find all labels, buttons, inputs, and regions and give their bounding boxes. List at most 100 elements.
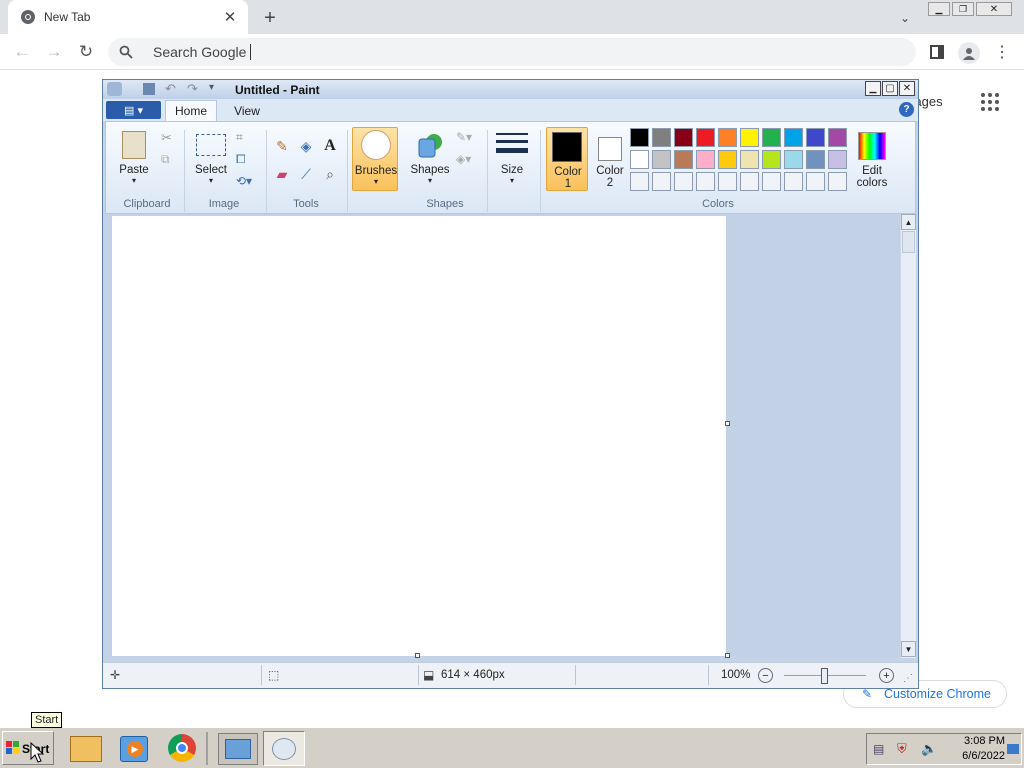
outline-icon[interactable]: ✎▾: [456, 130, 472, 144]
help-icon[interactable]: ?: [899, 102, 914, 117]
brushes-button[interactable]: Brushes ▾: [352, 127, 398, 191]
resize-handle-corner[interactable]: [725, 653, 730, 658]
palette-empty-slot[interactable]: [806, 172, 825, 191]
quick-access-dropdown-icon[interactable]: ▾: [209, 82, 214, 93]
tab-view[interactable]: View: [225, 100, 269, 121]
drawing-canvas[interactable]: [112, 216, 726, 656]
paint-taskbar-icon[interactable]: [263, 731, 305, 766]
palette-empty-slot[interactable]: [828, 172, 847, 191]
chevron-down-icon[interactable]: ⌄: [896, 9, 914, 27]
chrome-taskbar-icon[interactable]: [168, 734, 196, 762]
eraser-icon[interactable]: ▰: [272, 164, 292, 184]
size-button[interactable]: Size ▾: [494, 130, 530, 190]
crop-icon[interactable]: ⌗: [236, 130, 243, 145]
color1-button[interactable]: Color 1: [546, 127, 588, 191]
forward-arrow-icon[interactable]: →: [44, 42, 64, 62]
paint-menu-button[interactable]: ▤ ▾: [106, 101, 161, 119]
security-alert-icon[interactable]: ⛨: [897, 741, 907, 757]
tab-home[interactable]: Home: [165, 100, 217, 121]
palette-swatch[interactable]: [696, 150, 715, 169]
scroll-down-icon[interactable]: ▼: [901, 641, 916, 657]
show-desktop-icon[interactable]: [1007, 744, 1019, 754]
file-explorer-icon[interactable]: [70, 736, 102, 762]
palette-empty-slot[interactable]: [784, 172, 803, 191]
zoom-out-icon[interactable]: −: [758, 668, 773, 683]
palette-swatch[interactable]: [630, 150, 649, 169]
palette-swatch[interactable]: [806, 128, 825, 147]
close-window-icon[interactable]: ✕: [976, 2, 1012, 16]
palette-swatch[interactable]: [828, 128, 847, 147]
paint-app-icon[interactable]: [107, 82, 122, 96]
paste-button[interactable]: Paste ▾: [116, 128, 152, 190]
fill-shape-icon[interactable]: ◈▾: [456, 152, 471, 166]
palette-empty-slot[interactable]: [630, 172, 649, 191]
plus-icon[interactable]: +: [260, 7, 280, 29]
undo-icon[interactable]: ↶: [165, 81, 176, 97]
color-picker-icon[interactable]: ⟋: [296, 164, 316, 184]
network-icon[interactable]: ▤: [873, 742, 884, 756]
palette-swatch[interactable]: [828, 150, 847, 169]
palette-swatch[interactable]: [696, 128, 715, 147]
resize-handle-right[interactable]: [725, 421, 730, 426]
palette-empty-slot[interactable]: [674, 172, 693, 191]
side-panel-icon[interactable]: [928, 43, 946, 61]
palette-swatch[interactable]: [740, 128, 759, 147]
palette-empty-slot[interactable]: [696, 172, 715, 191]
chrome-tab[interactable]: New Tab ✕: [8, 0, 248, 34]
palette-swatch[interactable]: [674, 150, 693, 169]
control-panel-icon[interactable]: [218, 733, 258, 765]
close-icon[interactable]: ✕: [899, 81, 915, 96]
pencil-icon[interactable]: ✎: [272, 136, 292, 156]
palette-empty-slot[interactable]: [652, 172, 671, 191]
palette-swatch[interactable]: [630, 128, 649, 147]
palette-swatch[interactable]: [652, 128, 671, 147]
start-button[interactable]: Start: [2, 731, 54, 765]
scroll-thumb[interactable]: [902, 231, 915, 253]
palette-swatch[interactable]: [674, 128, 693, 147]
palette-swatch[interactable]: [740, 150, 759, 169]
palette-empty-slot[interactable]: [762, 172, 781, 191]
copy-icon[interactable]: ⧉: [161, 152, 170, 167]
resize-handle-bottom[interactable]: [415, 653, 420, 658]
media-player-icon[interactable]: ▶: [120, 736, 148, 762]
palette-empty-slot[interactable]: [740, 172, 759, 191]
redo-icon[interactable]: ↷: [187, 81, 198, 97]
profile-icon[interactable]: [958, 42, 980, 64]
volume-icon[interactable]: 🔈: [921, 741, 937, 757]
apps-grid-icon[interactable]: [980, 92, 1000, 112]
minimize-icon[interactable]: ▁: [865, 81, 881, 96]
magnifier-icon[interactable]: ⌕: [320, 164, 340, 184]
vertical-scrollbar[interactable]: ▲ ▼: [900, 214, 916, 658]
maximize-icon[interactable]: ▢: [882, 81, 898, 96]
zoom-slider-thumb[interactable]: [821, 668, 828, 684]
palette-swatch[interactable]: [718, 150, 737, 169]
shapes-button[interactable]: Shapes ▾: [406, 128, 454, 190]
text-icon[interactable]: A: [320, 136, 340, 156]
minimize-icon[interactable]: ▁: [928, 2, 950, 16]
kebab-menu-icon[interactable]: ⋮: [994, 42, 1010, 62]
color2-button[interactable]: Color 2: [590, 127, 630, 191]
palette-swatch[interactable]: [784, 128, 803, 147]
save-icon[interactable]: [143, 83, 155, 95]
restore-icon[interactable]: ❐: [952, 2, 974, 16]
search-input[interactable]: Search Google: [153, 44, 246, 60]
edit-colors-button[interactable]: Edit colors: [850, 128, 894, 190]
palette-empty-slot[interactable]: [718, 172, 737, 191]
select-button[interactable]: Select ▾: [192, 128, 230, 190]
resize-icon[interactable]: ⧠: [236, 152, 246, 167]
scroll-up-icon[interactable]: ▲: [901, 214, 916, 230]
resize-grip-icon[interactable]: ⋰: [903, 673, 913, 684]
palette-swatch[interactable]: [762, 128, 781, 147]
rotate-icon[interactable]: ⟲▾: [236, 174, 252, 188]
palette-swatch[interactable]: [762, 150, 781, 169]
back-arrow-icon[interactable]: ←: [12, 42, 32, 62]
reload-icon[interactable]: ↻: [76, 42, 96, 62]
close-icon[interactable]: ✕: [222, 9, 238, 26]
palette-swatch[interactable]: [718, 128, 737, 147]
omnibox[interactable]: Search Google: [108, 38, 916, 66]
palette-swatch[interactable]: [784, 150, 803, 169]
cut-icon[interactable]: ✂: [161, 130, 172, 146]
palette-swatch[interactable]: [806, 150, 825, 169]
palette-swatch[interactable]: [652, 150, 671, 169]
fill-icon[interactable]: ◈: [296, 136, 316, 156]
